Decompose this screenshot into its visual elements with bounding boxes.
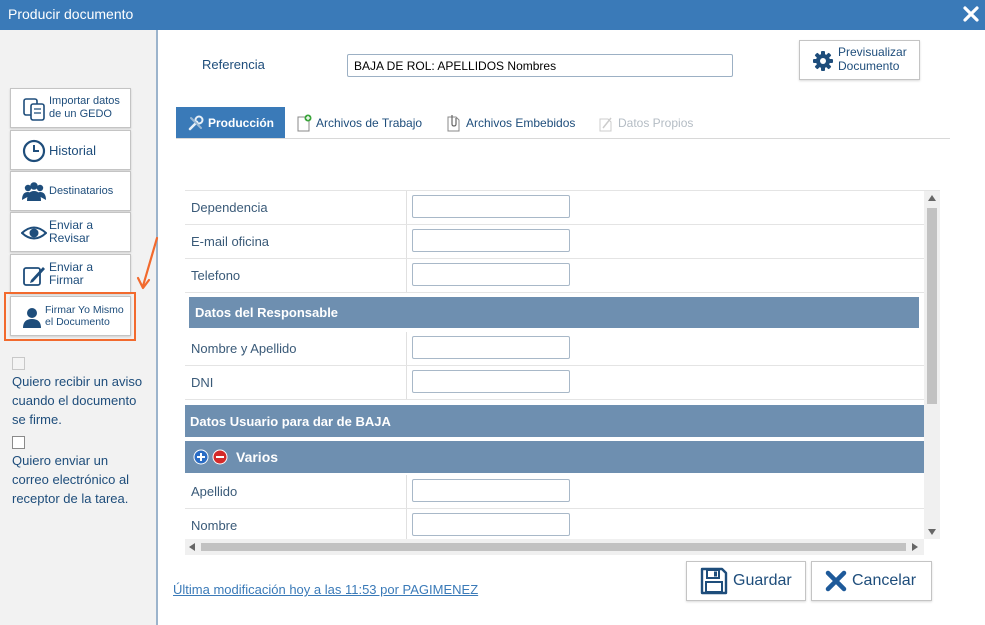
enviar-revisar-label: Enviar a Revisar (49, 218, 94, 245)
field-label: Nombre (191, 518, 238, 533)
vertical-scrollbar-thumb[interactable] (927, 208, 937, 404)
column-divider (406, 366, 407, 399)
form-row: Apellido (185, 475, 924, 509)
dni-input[interactable] (412, 370, 570, 393)
clock-icon (22, 139, 46, 163)
email-checkbox-label: Quiero enviar un correo electrónico al r… (12, 453, 130, 506)
pen-icon (23, 267, 45, 286)
vertical-scrollbar[interactable] (924, 191, 940, 539)
window-title: Producir documento (8, 6, 134, 22)
tab-archivos-trabajo-label: Archivos de Trabajo (316, 115, 423, 130)
guardar-button[interactable]: Guardar (686, 561, 806, 601)
import-document-icon (23, 98, 45, 121)
previsualizar-label: Previsualizar Documento (838, 45, 907, 73)
add-circle-icon[interactable] (193, 449, 209, 465)
horizontal-scrollbar[interactable] (185, 539, 924, 555)
guardar-label: Guardar (733, 572, 792, 589)
tab-bar: Producción Archivos de Trabajo Archivos … (176, 107, 950, 139)
notify-checkbox[interactable] (12, 357, 25, 370)
email-checkbox[interactable] (12, 436, 25, 449)
scroll-right-icon[interactable] (912, 543, 918, 551)
form-grid: Dependencia E-mail oficina Telefono Dato… (185, 190, 940, 555)
cancelar-label: Cancelar (852, 572, 917, 589)
referencia-label: Referencia (202, 57, 265, 72)
column-divider (406, 332, 407, 365)
destinatarios-label: Destinatarios (49, 184, 114, 197)
varios-label: Varios (236, 449, 279, 465)
column-divider (406, 509, 407, 542)
window-titlebar: Producir documento (0, 0, 985, 30)
nombre-apellido-input[interactable] (412, 336, 570, 359)
remove-circle-icon[interactable] (212, 449, 228, 465)
field-label: Dependencia (191, 200, 268, 215)
gear-icon (813, 51, 833, 71)
tools-icon (188, 115, 204, 130)
form-row: E-mail oficina (185, 225, 924, 259)
section-header-baja: Datos Usuario para dar de BAJA (185, 405, 924, 437)
apellido-input[interactable] (412, 479, 570, 502)
annotation-arrow-icon (136, 236, 159, 290)
sidebar: Importar datos de un GEDO Historial Desti… (0, 30, 158, 625)
tab-datos-propios[interactable]: Datos Propios (598, 107, 693, 138)
destinatarios-button[interactable]: Destinatarios (10, 171, 131, 211)
field-label: DNI (191, 375, 214, 390)
column-divider (406, 475, 407, 508)
section-header-responsable: Datos del Responsable (189, 297, 919, 328)
column-divider (406, 225, 407, 258)
field-label: Telefono (191, 268, 241, 283)
tab-produccion-label: Producción (208, 115, 275, 130)
form-row: DNI (185, 366, 924, 400)
scroll-up-icon[interactable] (928, 195, 936, 201)
cancelar-button[interactable]: Cancelar (811, 561, 932, 601)
enviar-firmar-button[interactable]: Enviar a Firmar (10, 254, 131, 294)
attachment-file-icon (447, 114, 460, 131)
telefono-input[interactable] (412, 263, 570, 286)
tab-datos-propios-label: Datos Propios (618, 115, 694, 130)
enviar-firmar-label: Enviar a Firmar (49, 260, 94, 287)
eye-icon (21, 226, 47, 240)
field-label: Apellido (191, 484, 238, 499)
last-modified-link[interactable]: Última modificación hoy a las 11:53 por … (173, 582, 478, 597)
column-divider (406, 259, 407, 292)
import-gedo-label: Importar datos de un GEDO (49, 95, 120, 120)
column-divider (406, 191, 407, 224)
highlight-box (4, 292, 136, 341)
cancel-x-icon (825, 570, 847, 592)
scroll-down-icon[interactable] (928, 529, 936, 535)
tab-archivos-trabajo[interactable]: Archivos de Trabajo (296, 107, 422, 138)
previsualizar-button[interactable]: Previsualizar Documento (799, 40, 920, 80)
users-icon (22, 182, 46, 201)
enviar-revisar-button[interactable]: Enviar a Revisar (10, 212, 131, 252)
notify-checkbox-label: Quiero recibir un aviso cuando el docume… (12, 374, 143, 427)
referencia-input[interactable] (347, 54, 733, 77)
email-oficina-input[interactable] (412, 229, 570, 252)
field-label: Nombre y Apellido (191, 341, 297, 356)
scroll-left-icon[interactable] (189, 543, 195, 551)
historial-label: Historial (49, 142, 96, 158)
historial-button[interactable]: Historial (10, 130, 131, 170)
dependencia-input[interactable] (412, 195, 570, 218)
form-row: Nombre y Apellido (185, 332, 924, 366)
form-row: Nombre (185, 509, 924, 543)
field-label: E-mail oficina (191, 234, 270, 249)
section-header-varios: Varios (185, 441, 924, 473)
nombre-input[interactable] (412, 513, 570, 536)
tab-produccion[interactable]: Producción (176, 107, 285, 138)
tab-archivos-embebidos[interactable]: Archivos Embebidos (446, 107, 575, 138)
import-gedo-button[interactable]: Importar datos de un GEDO (10, 88, 131, 128)
horizontal-scrollbar-thumb[interactable] (201, 543, 906, 551)
save-icon (700, 567, 728, 595)
tab-archivos-embebidos-label: Archivos Embebidos (466, 115, 576, 130)
form-row: Telefono (185, 259, 924, 293)
edit-file-icon (599, 117, 612, 131)
add-file-icon (297, 114, 312, 131)
form-row: Dependencia (185, 191, 924, 225)
close-icon[interactable] (962, 4, 980, 24)
